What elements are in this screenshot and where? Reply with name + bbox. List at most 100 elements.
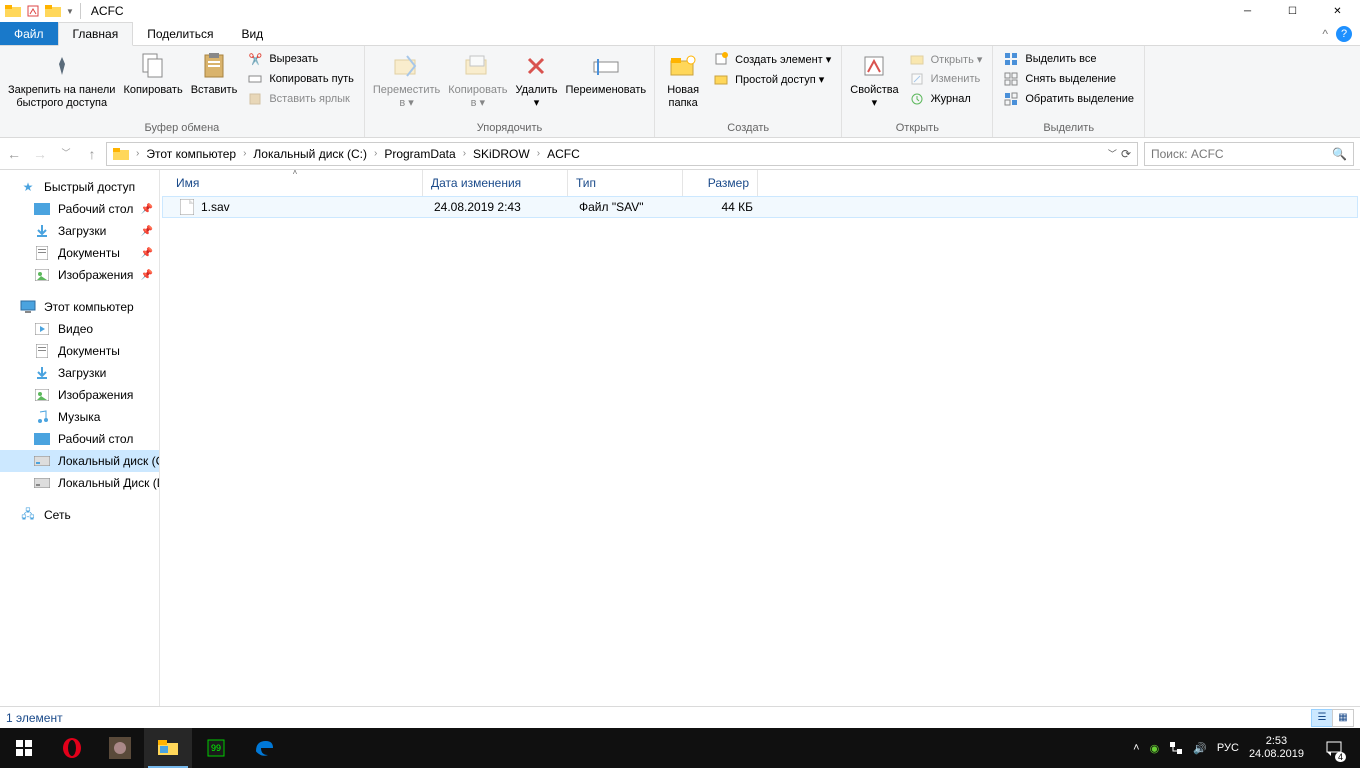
open-icon (909, 51, 925, 67)
history-button[interactable]: Журнал (905, 90, 987, 108)
svg-text:99: 99 (211, 743, 221, 753)
group-label-new: Создать (659, 120, 837, 137)
sidebar-item[interactable]: Документы📌 (0, 242, 159, 264)
maximize-button[interactable]: ☐ (1270, 0, 1315, 22)
crumb[interactable]: ACFC (543, 147, 584, 161)
file-row[interactable]: 1.sav24.08.2019 2:43Файл "SAV"44 КБ (162, 196, 1358, 218)
location-dropdown-icon[interactable]: ﹀ (1108, 147, 1117, 160)
tray-volume-icon[interactable]: 🔊 (1193, 742, 1207, 755)
sidebar-item[interactable]: Рабочий стол (0, 428, 159, 450)
crumb[interactable]: Локальный диск (C:) (249, 147, 371, 161)
search-input[interactable]: Поиск: ACFC 🔍 (1144, 142, 1354, 166)
paste-shortcut-button[interactable]: Вставить ярлык (243, 90, 358, 108)
open-button[interactable]: Открыть ▾ (905, 50, 987, 68)
notification-badge: 4 (1335, 752, 1346, 762)
tab-home[interactable]: Главная (58, 22, 134, 46)
tray-notifications[interactable]: 4 (1314, 728, 1354, 768)
sidebar-item[interactable]: Изображения📌 (0, 264, 159, 286)
view-icons-button[interactable]: ▦ (1332, 709, 1354, 727)
nav-forward-button[interactable]: → (32, 146, 48, 162)
easy-access-button[interactable]: Простой доступ ▾ (709, 70, 835, 88)
folder-icon (113, 146, 129, 162)
select-all-button[interactable]: Выделить все (999, 50, 1138, 68)
tray-security-icon[interactable]: ◉ (1150, 742, 1160, 755)
column-type[interactable]: Тип (568, 170, 683, 196)
sidebar-item[interactable]: Рабочий стол📌 (0, 198, 159, 220)
properties-icon (858, 50, 890, 82)
taskbar-notepad[interactable]: 99 (192, 728, 240, 768)
paste-button[interactable]: Вставить (187, 48, 242, 99)
item-icon (34, 431, 50, 447)
group-label-organize: Упорядочить (369, 120, 650, 137)
delete-button[interactable]: Удалить ▾ (511, 48, 561, 112)
ribbon-collapse-icon[interactable]: ^ (1322, 27, 1328, 41)
tab-file[interactable]: Файл (0, 22, 58, 45)
edit-icon (909, 71, 925, 87)
new-item-button[interactable]: Создать элемент ▾ (709, 50, 835, 68)
taskbar-opera[interactable] (48, 728, 96, 768)
select-none-button[interactable]: Снять выделение (999, 70, 1138, 88)
taskbar-explorer[interactable] (144, 728, 192, 768)
tab-share[interactable]: Поделиться (133, 22, 227, 45)
crumb[interactable]: Этот компьютер (142, 147, 240, 161)
sidebar-item[interactable]: Видео (0, 318, 159, 340)
window-title: ACFC (91, 4, 124, 18)
sidebar-item[interactable]: Локальный диск (C:) (0, 450, 159, 472)
refresh-icon[interactable]: ⟳ (1121, 147, 1131, 161)
move-to-button[interactable]: Переместить в ▾ (369, 48, 444, 112)
qat-dropdown-icon[interactable]: ▼ (66, 7, 74, 16)
tray-overflow-icon[interactable]: ˄ (1133, 742, 1139, 754)
qat-properties-icon[interactable] (24, 2, 42, 20)
sidebar-item[interactable]: Загрузки📌 (0, 220, 159, 242)
item-icon (34, 475, 50, 491)
tray-network-icon[interactable] (1169, 741, 1183, 755)
nav-up-button[interactable]: ↑ (84, 146, 100, 162)
pin-quick-access-button[interactable]: Закрепить на панели быстрого доступа (4, 48, 119, 112)
column-size[interactable]: Размер (683, 170, 758, 196)
sidebar-network[interactable]: 🖧 Сеть (0, 504, 159, 526)
tray-language[interactable]: РУС (1217, 742, 1239, 754)
crumb[interactable]: SKiDROW (469, 147, 534, 161)
tray-clock[interactable]: 2:53 24.08.2019 (1249, 735, 1304, 761)
new-folder-button[interactable]: Новая папка (659, 48, 707, 112)
column-name[interactable]: ˄Имя (168, 170, 423, 196)
copy-to-button[interactable]: Копировать в ▾ (444, 48, 511, 112)
taskbar-app[interactable] (96, 728, 144, 768)
sidebar: ★ Быстрый доступ Рабочий стол📌Загрузки📌Д… (0, 170, 160, 706)
invert-selection-button[interactable]: Обратить выделение (999, 90, 1138, 108)
delete-icon (520, 50, 552, 82)
copy-icon (137, 50, 169, 82)
nav-back-button[interactable]: ← (6, 146, 22, 162)
view-details-button[interactable]: ☰ (1311, 709, 1333, 727)
minimize-button[interactable]: ─ (1225, 0, 1270, 22)
copy-button[interactable]: Копировать (119, 48, 186, 99)
sidebar-item[interactable]: Документы (0, 340, 159, 362)
group-label-select: Выделить (997, 120, 1140, 137)
properties-button[interactable]: Свойства ▾ (846, 48, 902, 112)
start-button[interactable] (0, 728, 48, 768)
new-folder-icon (667, 50, 699, 82)
sidebar-item[interactable]: Изображения (0, 384, 159, 406)
crumb[interactable]: ProgramData (380, 147, 459, 161)
item-icon (34, 453, 50, 469)
navbar: ← → ﹀ ↑ › Этот компьютер› Локальный диск… (0, 138, 1360, 170)
ribbon-tabs: Файл Главная Поделиться Вид ^ ? (0, 22, 1360, 46)
group-label-open: Открыть (846, 120, 988, 137)
tab-view[interactable]: Вид (227, 22, 277, 45)
sidebar-item[interactable]: Локальный Диск (D:) (0, 472, 159, 494)
taskbar-edge[interactable] (240, 728, 288, 768)
close-button[interactable]: ✕ (1315, 0, 1360, 22)
sidebar-item[interactable]: Загрузки (0, 362, 159, 384)
edit-button[interactable]: Изменить (905, 70, 987, 88)
copy-path-button[interactable]: Копировать путь (243, 70, 358, 88)
column-date[interactable]: Дата изменения (423, 170, 568, 196)
sidebar-item[interactable]: Музыка (0, 406, 159, 428)
breadcrumb[interactable]: › Этот компьютер› Локальный диск (C:)› P… (106, 142, 1138, 166)
sidebar-quick-access[interactable]: ★ Быстрый доступ (0, 176, 159, 198)
copy-path-icon (247, 71, 263, 87)
cut-button[interactable]: ✂️Вырезать (243, 50, 358, 68)
help-icon[interactable]: ? (1336, 26, 1352, 42)
sidebar-this-pc[interactable]: Этот компьютер (0, 296, 159, 318)
nav-recent-button[interactable]: ﹀ (58, 146, 74, 162)
rename-button[interactable]: Переименовать (561, 48, 650, 99)
